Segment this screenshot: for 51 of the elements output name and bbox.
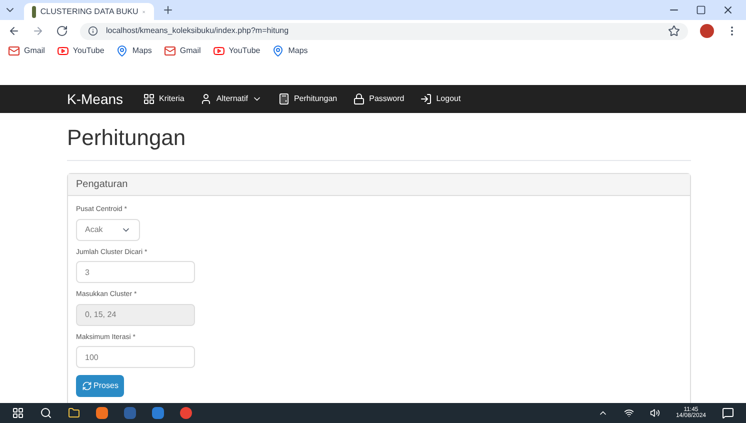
select-field[interactable]: Acak xyxy=(76,218,140,240)
pin-icon xyxy=(272,45,284,57)
bookmark-link[interactable]: Gmail xyxy=(8,45,45,57)
info-icon xyxy=(88,26,98,36)
browser-tab[interactable]: CLUSTERING DATA BUKU xyxy=(24,3,154,20)
search-icon[interactable] xyxy=(40,407,52,419)
forward-icon[interactable] xyxy=(32,25,44,37)
page-title: Perhitungan xyxy=(67,121,691,161)
url-text: localhost/kmeans_koleksibuku/index.php?m=hitung xyxy=(106,25,290,37)
brand-link[interactable]: K-Means xyxy=(67,88,124,110)
notification-icon[interactable] xyxy=(722,407,734,419)
profile-avatar[interactable] xyxy=(700,24,714,38)
pin-icon xyxy=(116,45,128,57)
back-icon[interactable] xyxy=(8,25,20,37)
process-button[interactable]: Proses xyxy=(76,375,124,397)
volume-icon[interactable] xyxy=(650,408,660,418)
user-icon xyxy=(200,93,212,105)
folder-icon[interactable] xyxy=(68,407,80,419)
close-icon[interactable] xyxy=(722,4,734,16)
nav-link[interactable]: Password xyxy=(353,93,404,105)
address-bar[interactable]: localhost/kmeans_koleksibuku/index.php?m=hitung xyxy=(80,22,688,40)
wifi-icon[interactable] xyxy=(624,408,634,418)
star-icon[interactable] xyxy=(668,25,680,37)
refresh-icon xyxy=(82,381,92,391)
bookmark-link[interactable]: YouTube xyxy=(212,45,260,57)
calculator-icon xyxy=(278,93,290,105)
maximize-icon[interactable] xyxy=(696,5,706,15)
bookmark-link[interactable]: Gmail xyxy=(164,45,201,57)
app-icon[interactable] xyxy=(152,407,164,419)
panel-title: Pengaturan xyxy=(76,178,128,192)
start-icon[interactable] xyxy=(12,407,24,419)
nav-link[interactable]: Kriteria xyxy=(143,93,184,105)
new-tab-icon[interactable] xyxy=(162,4,174,16)
input-field[interactable]: 3 xyxy=(76,261,195,283)
video-icon xyxy=(56,45,69,57)
tab-title: CLUSTERING DATA BUKU xyxy=(40,6,138,18)
bookmark-link[interactable]: Maps xyxy=(272,45,308,57)
lock-icon xyxy=(353,93,366,105)
bookmark-link[interactable]: Maps xyxy=(116,45,152,57)
logout-icon xyxy=(420,93,432,105)
app-icon[interactable] xyxy=(96,407,108,419)
reload-icon[interactable] xyxy=(56,25,68,37)
nav-link[interactable]: Logout xyxy=(420,93,461,105)
grid-icon xyxy=(143,93,156,105)
nav-link[interactable]: Alternatif xyxy=(200,93,262,105)
nav-link[interactable]: Perhitungan xyxy=(278,93,338,105)
video-icon xyxy=(212,45,225,57)
mail-icon xyxy=(8,45,20,57)
input-field[interactable]: 100 xyxy=(76,346,195,368)
mail-icon xyxy=(164,45,176,57)
bookmark-link[interactable]: YouTube xyxy=(56,45,104,57)
